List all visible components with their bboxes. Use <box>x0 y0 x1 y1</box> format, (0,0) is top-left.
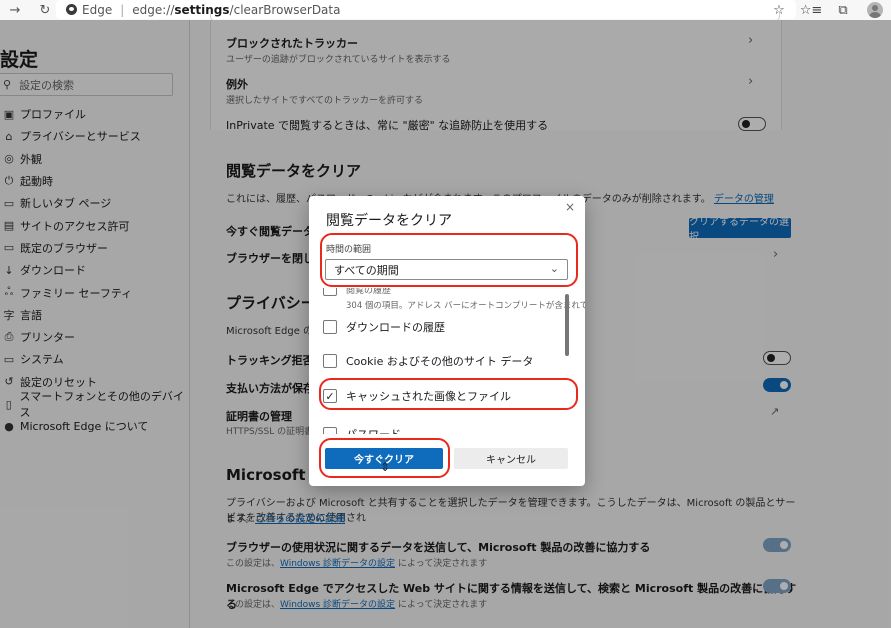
download-history-checkbox[interactable] <box>323 320 337 334</box>
browsing-history-checkbox[interactable] <box>323 288 337 296</box>
option-label: Cookie およびその他のサイト データ <box>346 355 534 368</box>
dialog-scrollbar[interactable] <box>565 294 569 356</box>
site-label: Edge <box>82 2 113 17</box>
collections-icon[interactable]: ⧉ <box>827 3 859 18</box>
time-range-label: 時間の範囲 <box>326 245 372 255</box>
dialog-title: 閲覧データをクリア <box>326 213 452 229</box>
option-label: 閲覧の履歴 <box>346 288 392 296</box>
profile-avatar-icon[interactable] <box>867 2 883 18</box>
edge-logo-icon <box>66 4 77 15</box>
browsing-history-sub: 304 個の項目。アドレス バーにオートコンプリートが含まれています。 <box>346 301 585 311</box>
favorites-list-icon[interactable]: ☆≡ <box>795 3 827 18</box>
download-history-option[interactable]: ダウンロードの履歴 <box>323 319 445 335</box>
passwords-checkbox[interactable] <box>323 427 337 434</box>
clear-browsing-data-dialog: × 閲覧データをクリア 時間の範囲 すべての期間 ⌄ 閲覧の履歴 304 個の項… <box>309 196 585 486</box>
option-label: ダウンロードの履歴 <box>346 321 445 334</box>
close-icon[interactable]: × <box>565 200 575 214</box>
option-label: キャッシュされた画像とファイル <box>346 390 511 403</box>
checkmark-icon: ✓ <box>325 389 335 403</box>
chevron-down-icon: ⌄ <box>549 262 559 275</box>
address-separator: | <box>120 2 125 17</box>
url-prefix: edge:// <box>132 2 175 17</box>
browsing-history-option[interactable]: 閲覧の履歴 <box>323 288 391 296</box>
data-types-list[interactable]: 閲覧の履歴 304 個の項目。アドレス バーにオートコンプリートが含まれています… <box>309 288 585 434</box>
cookies-option[interactable]: Cookie およびその他のサイト データ <box>323 353 533 369</box>
cancel-button[interactable]: キャンセル <box>454 448 568 469</box>
forward-button[interactable]: → <box>0 3 30 18</box>
passwords-option[interactable]: パスワード <box>323 426 401 434</box>
mouse-cursor-icon: ⇕ <box>380 460 391 474</box>
cached-images-option[interactable]: ✓ キャッシュされた画像とファイル <box>323 388 511 404</box>
toolbar-icons: ☆ ☆≡ ⧉ <box>763 0 891 20</box>
time-range-value: すべての期間 <box>334 263 399 277</box>
option-label: パスワード <box>346 426 401 434</box>
time-range-select[interactable]: すべての期間 ⌄ <box>325 259 568 280</box>
cookies-checkbox[interactable] <box>323 354 337 368</box>
cached-images-checkbox[interactable]: ✓ <box>323 389 337 403</box>
